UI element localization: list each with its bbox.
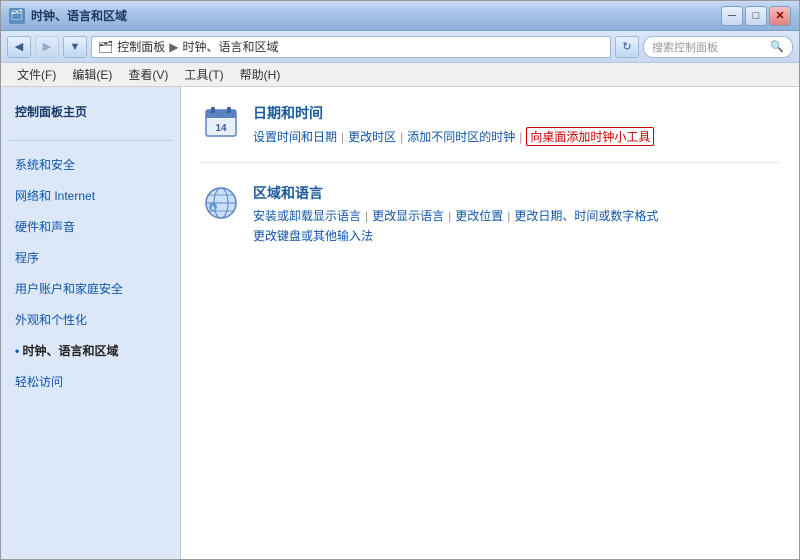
maximize-button[interactable]: □	[745, 6, 767, 26]
menu-file[interactable]: 文件(F)	[9, 64, 64, 85]
datetime-icon: 14	[201, 103, 241, 143]
sidebar-item-clock[interactable]: 时钟、语言和区域	[9, 339, 172, 362]
main-area: 控制面板主页 系统和安全 网络和 Internet 硬件和声音 程序 用户账户和…	[1, 87, 799, 559]
region-link-install-lang[interactable]: 安装或卸载显示语言	[253, 207, 361, 224]
region-links: 安装或卸载显示语言 | 更改显示语言 | 更改位置 | 更改日期、时间或数字格式	[253, 207, 779, 224]
titlebar-buttons: ─ □ ✕	[721, 6, 791, 26]
close-button[interactable]: ✕	[769, 6, 791, 26]
region-link-change-lang[interactable]: 更改显示语言	[372, 207, 444, 224]
menubar: 文件(F) 编辑(E) 查看(V) 工具(T) 帮助(H)	[1, 63, 799, 87]
sidebar: 控制面板主页 系统和安全 网络和 Internet 硬件和声音 程序 用户账户和…	[1, 87, 181, 559]
menu-help[interactable]: 帮助(H)	[232, 64, 289, 85]
titlebar: 🗂 时钟、语言和区域 ─ □ ✕	[1, 1, 799, 31]
main-window: 🗂 时钟、语言和区域 ─ □ ✕ ◀ ▶ ▼ 🗂 控制面板 ▶ 时钟、语言和区域…	[0, 0, 800, 560]
addressbar: ◀ ▶ ▼ 🗂 控制面板 ▶ 时钟、语言和区域 ↻ 搜索控制面板 🔍	[1, 31, 799, 63]
window-icon: 🗂	[9, 8, 25, 24]
region-panel: A 区域和语言 安装或卸载显示语言 | 更改显示语言 | 更改位置 | 更改日期…	[201, 183, 779, 260]
path-icon: 🗂	[98, 40, 113, 54]
region-info: 区域和语言 安装或卸载显示语言 | 更改显示语言 | 更改位置 | 更改日期、时…	[253, 183, 779, 244]
sidebar-item-system[interactable]: 系统和安全	[9, 153, 172, 176]
minimize-button[interactable]: ─	[721, 6, 743, 26]
search-icon: 🔍	[770, 40, 784, 53]
region-icon: A	[201, 183, 241, 223]
region-link-keyboard[interactable]: 更改键盘或其他输入法	[253, 227, 373, 244]
svg-text:A: A	[211, 206, 215, 212]
menu-view[interactable]: 查看(V)	[120, 64, 176, 85]
datetime-panel: 14 日期和时间 设置时间和日期 | 更改时区 | 添加不同时区的时钟 | 向桌…	[201, 103, 779, 163]
region-sublinks: 更改键盘或其他输入法	[253, 227, 779, 244]
sidebar-item-hardware[interactable]: 硬件和声音	[9, 215, 172, 238]
datetime-info: 日期和时间 设置时间和日期 | 更改时区 | 添加不同时区的时钟 | 向桌面添加…	[253, 103, 779, 146]
window-title: 时钟、语言和区域	[31, 7, 127, 24]
forward-button[interactable]: ▶	[35, 36, 59, 58]
datetime-links: 设置时间和日期 | 更改时区 | 添加不同时区的时钟 | 向桌面添加时钟小工具	[253, 127, 779, 146]
path-prefix: 控制面板	[117, 38, 165, 55]
region-link-format[interactable]: 更改日期、时间或数字格式	[514, 207, 658, 224]
back-button[interactable]: ◀	[7, 36, 31, 58]
region-title[interactable]: 区域和语言	[253, 183, 779, 203]
content-area: 14 日期和时间 设置时间和日期 | 更改时区 | 添加不同时区的时钟 | 向桌…	[181, 87, 799, 559]
datetime-link-settime[interactable]: 设置时间和日期	[253, 128, 337, 145]
menu-tools[interactable]: 工具(T)	[176, 64, 231, 85]
path-current: 时钟、语言和区域	[182, 38, 278, 55]
address-path[interactable]: 🗂 控制面板 ▶ 时钟、语言和区域	[91, 36, 611, 58]
titlebar-left: 🗂 时钟、语言和区域	[9, 7, 127, 24]
sidebar-item-programs[interactable]: 程序	[9, 246, 172, 269]
datetime-link-addclock[interactable]: 添加不同时区的时钟	[407, 128, 515, 145]
sidebar-home[interactable]: 控制面板主页	[9, 99, 172, 124]
search-box[interactable]: 搜索控制面板 🔍	[643, 36, 793, 58]
sidebar-divider	[9, 140, 172, 141]
refresh-button[interactable]: ↻	[615, 36, 639, 58]
region-link-location[interactable]: 更改位置	[455, 207, 503, 224]
dropdown-button[interactable]: ▼	[63, 36, 87, 58]
datetime-title[interactable]: 日期和时间	[253, 103, 779, 123]
svg-text:14: 14	[215, 123, 227, 134]
sidebar-item-network[interactable]: 网络和 Internet	[9, 184, 172, 207]
path-separator: ▶	[169, 40, 178, 54]
menu-edit[interactable]: 编辑(E)	[64, 64, 120, 85]
search-placeholder: 搜索控制面板	[652, 39, 718, 55]
datetime-link-timezone[interactable]: 更改时区	[348, 128, 396, 145]
datetime-link-gadget[interactable]: 向桌面添加时钟小工具	[526, 127, 654, 146]
sidebar-item-appearance[interactable]: 外观和个性化	[9, 308, 172, 331]
sidebar-item-accessibility[interactable]: 轻松访问	[9, 370, 172, 393]
sidebar-item-users[interactable]: 用户账户和家庭安全	[9, 277, 172, 300]
